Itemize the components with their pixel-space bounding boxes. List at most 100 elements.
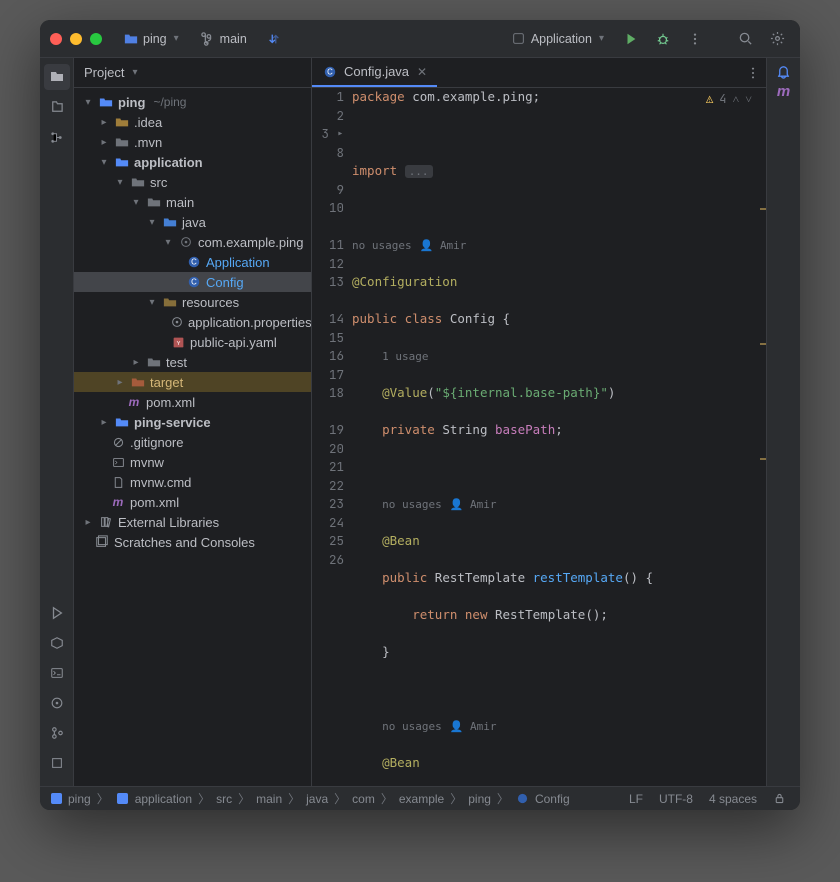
crumb[interactable]: example [399,792,444,806]
maximize-window-button[interactable] [90,33,102,45]
vcs-update-button[interactable] [261,26,287,52]
tree-label: main [166,195,194,210]
expand-arrow-icon[interactable]: ▸ [130,357,142,368]
tree-item[interactable]: mvnw [74,452,311,472]
expand-arrow-icon[interactable]: ▾ [82,97,94,108]
settings-button[interactable] [764,26,790,52]
expand-arrow-icon[interactable]: ▾ [146,297,158,308]
services-tool-button[interactable] [44,630,70,656]
run-config-selector[interactable]: Application ▾ [504,29,612,49]
readonly-toggle[interactable] [767,792,792,805]
maven-tool-button[interactable]: m [777,83,790,100]
run-button[interactable] [618,26,644,52]
close-window-button[interactable] [50,33,62,45]
svg-text:C: C [191,278,197,287]
project-tree[interactable]: ▾ ping ~/ping ▸.idea ▸.mvn ▾application … [74,88,311,786]
warning-count: 4 [719,90,726,109]
tree-item[interactable]: mvnw.cmd [74,472,311,492]
editor-tabs: C Config.java ✕ [312,58,766,88]
class-icon: C [186,274,202,290]
library-icon [98,514,114,530]
more-actions-button[interactable] [682,26,708,52]
debug-button[interactable] [650,26,676,52]
tree-item[interactable]: CApplication [74,252,311,272]
crumb[interactable]: src [216,792,232,806]
tree-item[interactable]: mpom.xml [74,392,311,412]
tree-item[interactable]: Ypublic-api.yaml [74,332,311,352]
editor-tab-active[interactable]: C Config.java ✕ [312,58,437,87]
folder-icon [130,174,146,190]
close-tab-button[interactable]: ✕ [417,65,427,79]
crumb[interactable]: ping [468,792,491,806]
project-tool-button[interactable] [44,64,70,90]
expand-arrow-icon[interactable]: ▾ [146,217,158,228]
project-panel-header[interactable]: Project ▾ [74,58,311,88]
tree-item[interactable]: ▸ping-service [74,412,311,432]
tree-label: target [150,375,183,390]
chevron-up-icon[interactable]: ˄ [732,90,739,109]
error-stripe[interactable] [760,88,766,786]
indent-settings[interactable]: 4 spaces [703,792,763,806]
tree-item[interactable]: ▸.mvn [74,132,311,152]
tree-item-selected[interactable]: CConfig [74,272,311,292]
tree-item[interactable]: ▾resources [74,292,311,312]
crumb[interactable]: Config [535,792,570,806]
search-everywhere-button[interactable] [732,26,758,52]
chevron-down-icon[interactable]: ˅ [745,90,752,109]
expand-arrow-icon[interactable]: ▸ [98,417,110,428]
editor-body[interactable]: 1 2 3 ▸ 8 9 10 11 12 13 14 15 [312,88,766,786]
maven-icon: m [126,394,142,410]
tree-item[interactable]: Scratches and Consoles [74,532,311,552]
expand-arrow-icon[interactable]: ▸ [114,377,126,388]
bookmarks-tool-button[interactable] [44,94,70,120]
crumb[interactable]: ping [68,792,91,806]
structure-tool-button[interactable] [44,124,70,150]
chevron-down-icon: ▾ [599,33,604,44]
folder-icon [146,194,162,210]
crumb[interactable]: java [306,792,328,806]
line-separator[interactable]: LF [623,792,649,806]
project-selector[interactable]: ping ▾ [116,29,187,49]
breadcrumbs[interactable]: ping〉 application〉 src〉 main〉 java〉 com〉… [48,790,570,807]
terminal-tool-button[interactable] [44,660,70,686]
tree-item[interactable]: ▸External Libraries [74,512,311,532]
tree-item[interactable]: ▸ test [74,352,311,372]
minimize-window-button[interactable] [70,33,82,45]
expand-arrow-icon[interactable]: ▸ [98,117,110,128]
tree-root[interactable]: ▾ ping ~/ping [74,92,311,112]
crumb[interactable]: com [352,792,375,806]
build-tool-button[interactable] [44,750,70,776]
left-tool-rail [40,58,74,786]
crumb[interactable]: main [256,792,282,806]
problems-tool-button[interactable] [44,690,70,716]
tree-item[interactable]: ▾com.example.ping [74,232,311,252]
tree-item[interactable]: ▾ main [74,192,311,212]
project-name: ping [143,32,167,46]
tree-item[interactable]: ▸.idea [74,112,311,132]
tree-item[interactable]: ▾src [74,172,311,192]
tree-item[interactable]: ▾java [74,212,311,232]
tab-more-button[interactable] [740,60,766,86]
expand-arrow-icon[interactable]: ▸ [82,517,94,528]
inspection-widget[interactable]: ⚠ 4 ˄ ˅ [706,90,752,109]
vcs-tool-button[interactable] [44,720,70,746]
code-editor[interactable]: ⚠ 4 ˄ ˅ package com.example.ping; import… [352,88,760,786]
tree-item-excluded[interactable]: ▸ target [74,372,311,392]
expand-arrow-icon[interactable]: ▾ [162,237,174,248]
tree-item[interactable]: application.properties [74,312,311,332]
tree-item[interactable]: ▾application [74,152,311,172]
expand-arrow-icon[interactable]: ▾ [114,177,126,188]
crumb[interactable]: application [135,792,192,806]
run-tool-button[interactable] [44,600,70,626]
expand-arrow-icon[interactable]: ▾ [130,197,142,208]
vcs-branch[interactable]: main [193,29,255,49]
tree-label: test [166,355,187,370]
gutter[interactable]: 1 2 3 ▸ 8 9 10 11 12 13 14 15 [312,88,352,786]
expand-arrow-icon[interactable]: ▸ [98,137,110,148]
notifications-button[interactable] [776,64,791,79]
tree-item[interactable]: mpom.xml [74,492,311,512]
tree-item[interactable]: .gitignore [74,432,311,452]
expand-arrow-icon[interactable]: ▾ [98,157,110,168]
class-icon: C [186,254,202,270]
file-encoding[interactable]: UTF-8 [653,792,699,806]
